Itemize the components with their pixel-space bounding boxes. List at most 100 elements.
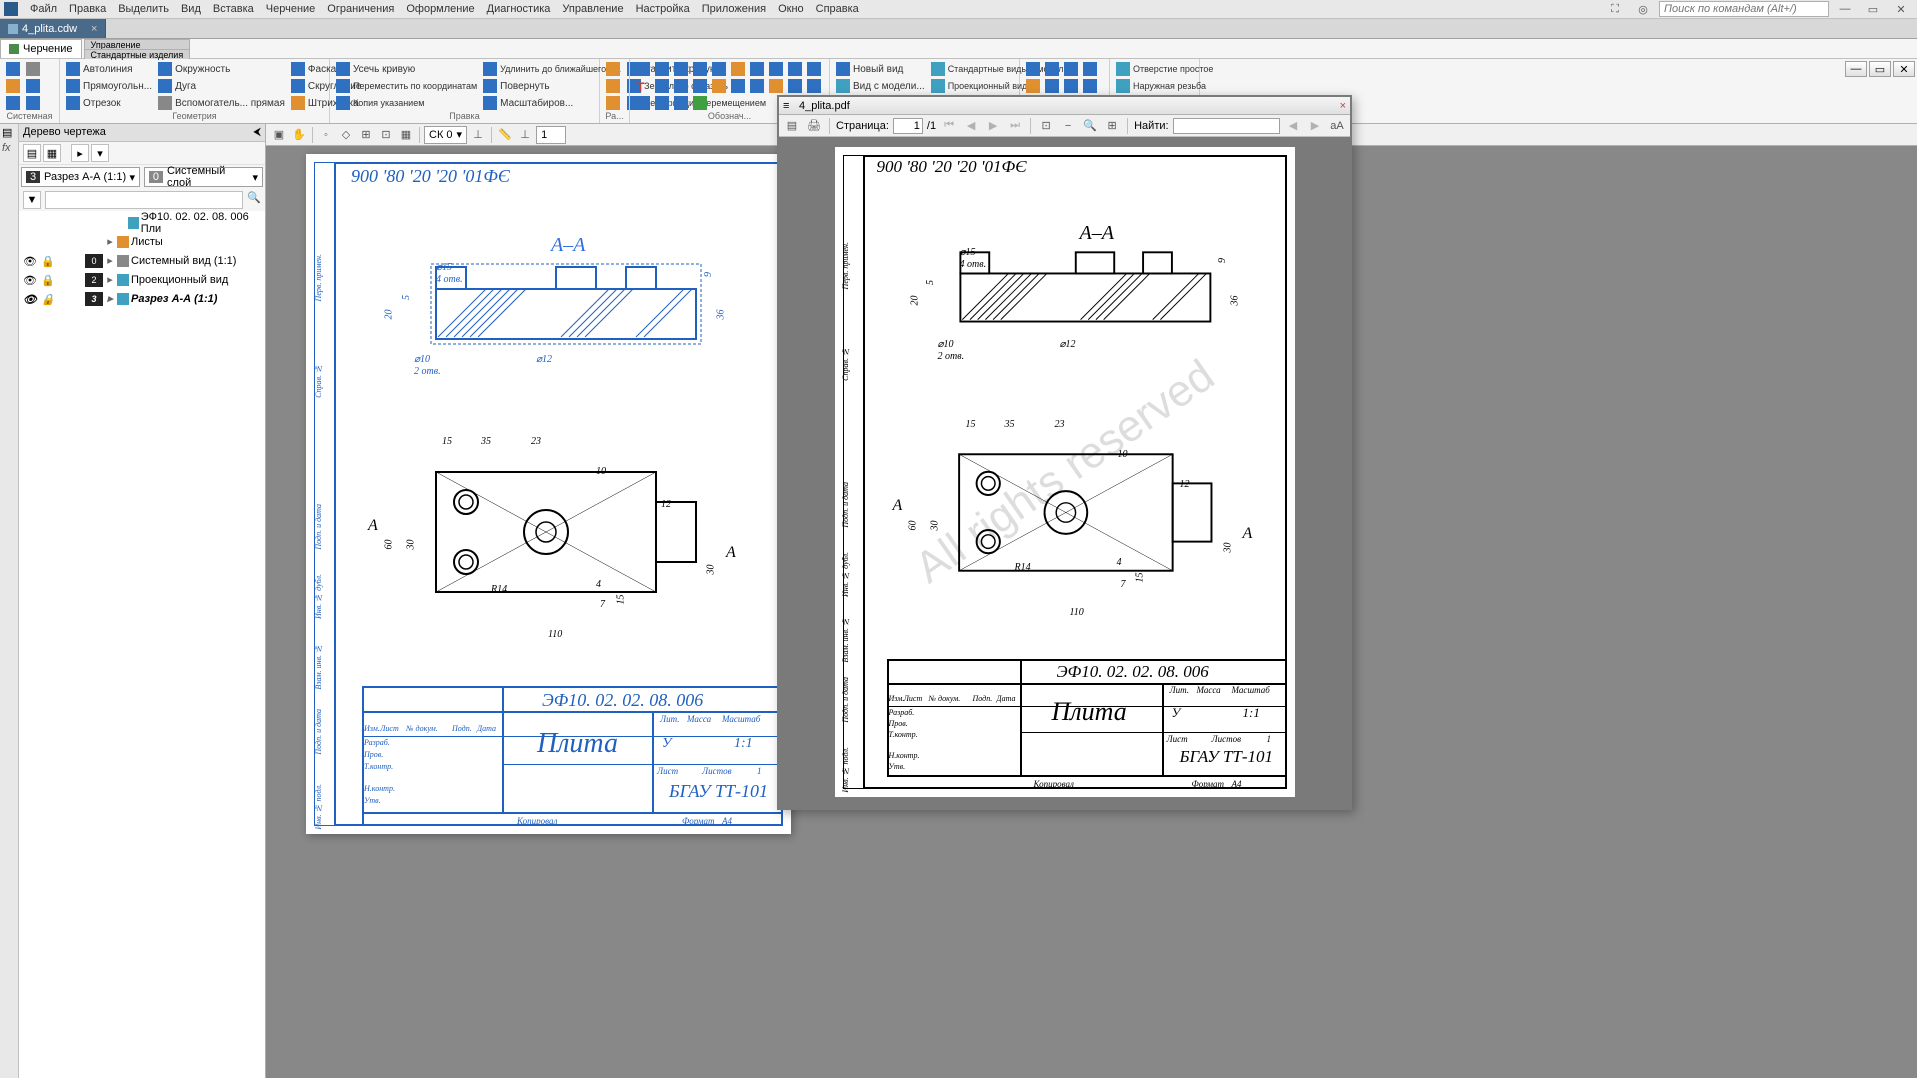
modelview-button[interactable]: Вид с модели... bbox=[834, 78, 927, 94]
step-input[interactable]: 1 bbox=[536, 126, 566, 144]
tree-sheets[interactable]: ▸ Листы bbox=[19, 232, 265, 251]
dim-radial-button[interactable] bbox=[604, 78, 622, 94]
annot-9[interactable] bbox=[786, 61, 804, 77]
ctb-ruler[interactable]: 📏 bbox=[496, 126, 514, 144]
insert-1[interactable] bbox=[1024, 61, 1042, 77]
menu-edit[interactable]: Правка bbox=[63, 1, 112, 17]
annot-3[interactable] bbox=[672, 61, 690, 77]
lock-icon[interactable]: 🔒 bbox=[41, 255, 53, 267]
undo-button[interactable] bbox=[24, 78, 42, 94]
menu-constraints[interactable]: Ограничения bbox=[321, 1, 400, 17]
menu-help[interactable]: Справка bbox=[810, 1, 865, 17]
eye-icon[interactable]: 👁 bbox=[23, 293, 35, 305]
hole-button[interactable]: Отверстие простое bbox=[1114, 61, 1215, 77]
pdf-last[interactable]: ⏭ bbox=[1006, 117, 1024, 135]
active-layer-dropdown[interactable]: 0 Системный слой ▾ bbox=[144, 167, 263, 187]
tree-view-section[interactable]: 👁🔒 3 ▸ Разрез А-А (1:1) bbox=[19, 289, 265, 308]
annot-text[interactable]: T bbox=[634, 78, 652, 94]
ctb-ortho[interactable]: ⊥ bbox=[516, 126, 534, 144]
ctb-grid[interactable]: ▦ bbox=[397, 126, 415, 144]
tree-panel-collapse[interactable]: ⮜ bbox=[253, 126, 261, 139]
ctb-snap-4[interactable]: ⊡ bbox=[377, 126, 395, 144]
pdf-find-prev[interactable]: ◀ bbox=[1284, 117, 1302, 135]
new-button[interactable] bbox=[4, 61, 22, 77]
pdf-sidebar-toggle[interactable]: ▤ bbox=[783, 117, 801, 135]
dim-linear-button[interactable] bbox=[604, 61, 622, 77]
pdf-next[interactable]: ▶ bbox=[984, 117, 1002, 135]
menu-insert[interactable]: Вставка bbox=[207, 1, 260, 17]
command-search-input[interactable] bbox=[1659, 1, 1829, 17]
pdf-page[interactable]: All rights reserved 900 '80 '20 '20 '01Ф… bbox=[835, 147, 1295, 797]
window-close[interactable]: ✕ bbox=[1889, 1, 1913, 17]
save-button[interactable] bbox=[4, 95, 22, 111]
menu-view[interactable]: Вид bbox=[175, 1, 207, 17]
pdf-zoom-in[interactable]: 🔍 bbox=[1081, 117, 1099, 135]
autoline-button[interactable]: Автолиния bbox=[64, 61, 154, 77]
insert-6[interactable] bbox=[1043, 78, 1061, 94]
rect-button[interactable]: Прямоугольн... bbox=[64, 78, 154, 94]
menu-apps[interactable]: Приложения bbox=[696, 1, 772, 17]
pdf-fit[interactable]: ⊡ bbox=[1037, 117, 1055, 135]
menu-diagnostics[interactable]: Диагностика bbox=[481, 1, 557, 17]
drawing-page[interactable]: 900 '80 '20 '20 '01ФЄ А–А bbox=[306, 154, 791, 834]
insert-8[interactable] bbox=[1081, 78, 1099, 94]
annot-21[interactable] bbox=[653, 95, 671, 111]
lock-icon[interactable]: 🔒 bbox=[41, 293, 53, 305]
pdf-first[interactable]: ⏮ bbox=[940, 117, 958, 135]
coord-system-dropdown[interactable]: СК 0▾ bbox=[424, 126, 467, 144]
lock-icon[interactable]: 🔒 bbox=[41, 274, 53, 286]
arc-button[interactable]: Дуга bbox=[156, 78, 287, 94]
ctb-pan[interactable]: ✋ bbox=[290, 126, 308, 144]
pdf-viewer-window[interactable]: ≡ 4_plita.pdf × ▤ 🖨 Страница: /1 ⏮ ◀ ▶ ⏭… bbox=[777, 95, 1352, 810]
pdf-zoom-out[interactable]: − bbox=[1059, 117, 1077, 135]
insert-4[interactable] bbox=[1081, 61, 1099, 77]
tree-root[interactable]: ЭФ10. 02. 02. 08. 006 Пли bbox=[19, 213, 265, 232]
menu-select[interactable]: Выделить bbox=[112, 1, 175, 17]
annot-19[interactable] bbox=[805, 78, 823, 94]
camera-icon[interactable]: ◎ bbox=[1631, 1, 1655, 17]
open-button[interactable] bbox=[4, 78, 22, 94]
eye-icon[interactable]: 👁 bbox=[23, 274, 35, 286]
print-button[interactable] bbox=[24, 61, 42, 77]
menu-manage[interactable]: Управление bbox=[556, 1, 629, 17]
annot-14[interactable] bbox=[710, 78, 728, 94]
annot-5[interactable] bbox=[710, 61, 728, 77]
annot-17[interactable] bbox=[767, 78, 785, 94]
insert-5[interactable] bbox=[1024, 78, 1042, 94]
ctb-cs[interactable]: ⊥ bbox=[469, 126, 487, 144]
mdi-minimize[interactable]: — bbox=[1845, 61, 1867, 77]
doc-tab[interactable]: 4_plita.cdw × bbox=[0, 19, 106, 38]
pdf-zoom-fit[interactable]: ⊞ bbox=[1103, 117, 1121, 135]
menu-settings[interactable]: Настройка bbox=[630, 1, 696, 17]
segment-button[interactable]: Отрезок bbox=[64, 95, 154, 111]
dim-angular-button[interactable] bbox=[604, 95, 622, 111]
doc-tab-close[interactable]: × bbox=[91, 23, 97, 35]
annot-12[interactable] bbox=[672, 78, 690, 94]
panel-toggle-1[interactable]: ▤ bbox=[2, 126, 16, 140]
copy-button[interactable]: Копия указанием bbox=[334, 95, 479, 111]
auxline-button[interactable]: Вспомогатель... прямая bbox=[156, 95, 287, 111]
tree-tool-3[interactable]: ▸ bbox=[71, 144, 89, 162]
ctb-snap-1[interactable]: ◦ bbox=[317, 126, 335, 144]
menu-drawing[interactable]: Черчение bbox=[260, 1, 322, 17]
annot-10[interactable] bbox=[805, 61, 823, 77]
tree-tool-4[interactable]: ▾ bbox=[91, 144, 109, 162]
annot-22[interactable] bbox=[672, 95, 690, 111]
tree-view-proj[interactable]: 👁🔒 2 ▸ Проекционный вид bbox=[19, 270, 265, 289]
annot-7[interactable] bbox=[748, 61, 766, 77]
tree-view-sys[interactable]: 👁🔒 0 ▸ Системный вид (1:1) bbox=[19, 251, 265, 270]
annot-15[interactable] bbox=[729, 78, 747, 94]
pdf-find-input[interactable] bbox=[1173, 118, 1280, 134]
ribbon-tab-drawing[interactable]: Черчение bbox=[0, 39, 82, 58]
insert-7[interactable] bbox=[1062, 78, 1080, 94]
annot-2[interactable] bbox=[653, 61, 671, 77]
annot-16[interactable] bbox=[748, 78, 766, 94]
ribbon-tab-manage[interactable]: Управление bbox=[84, 39, 191, 49]
pdf-find-case[interactable]: aA bbox=[1328, 117, 1346, 135]
tree-search-input[interactable] bbox=[45, 191, 243, 209]
window-minimize[interactable]: — bbox=[1833, 1, 1857, 17]
move-coord-button[interactable]: Переместить по координатам bbox=[334, 78, 479, 94]
annot-23[interactable] bbox=[691, 95, 709, 111]
mdi-restore[interactable]: ▭ bbox=[1869, 61, 1891, 77]
mdi-close[interactable]: ✕ bbox=[1893, 61, 1915, 77]
